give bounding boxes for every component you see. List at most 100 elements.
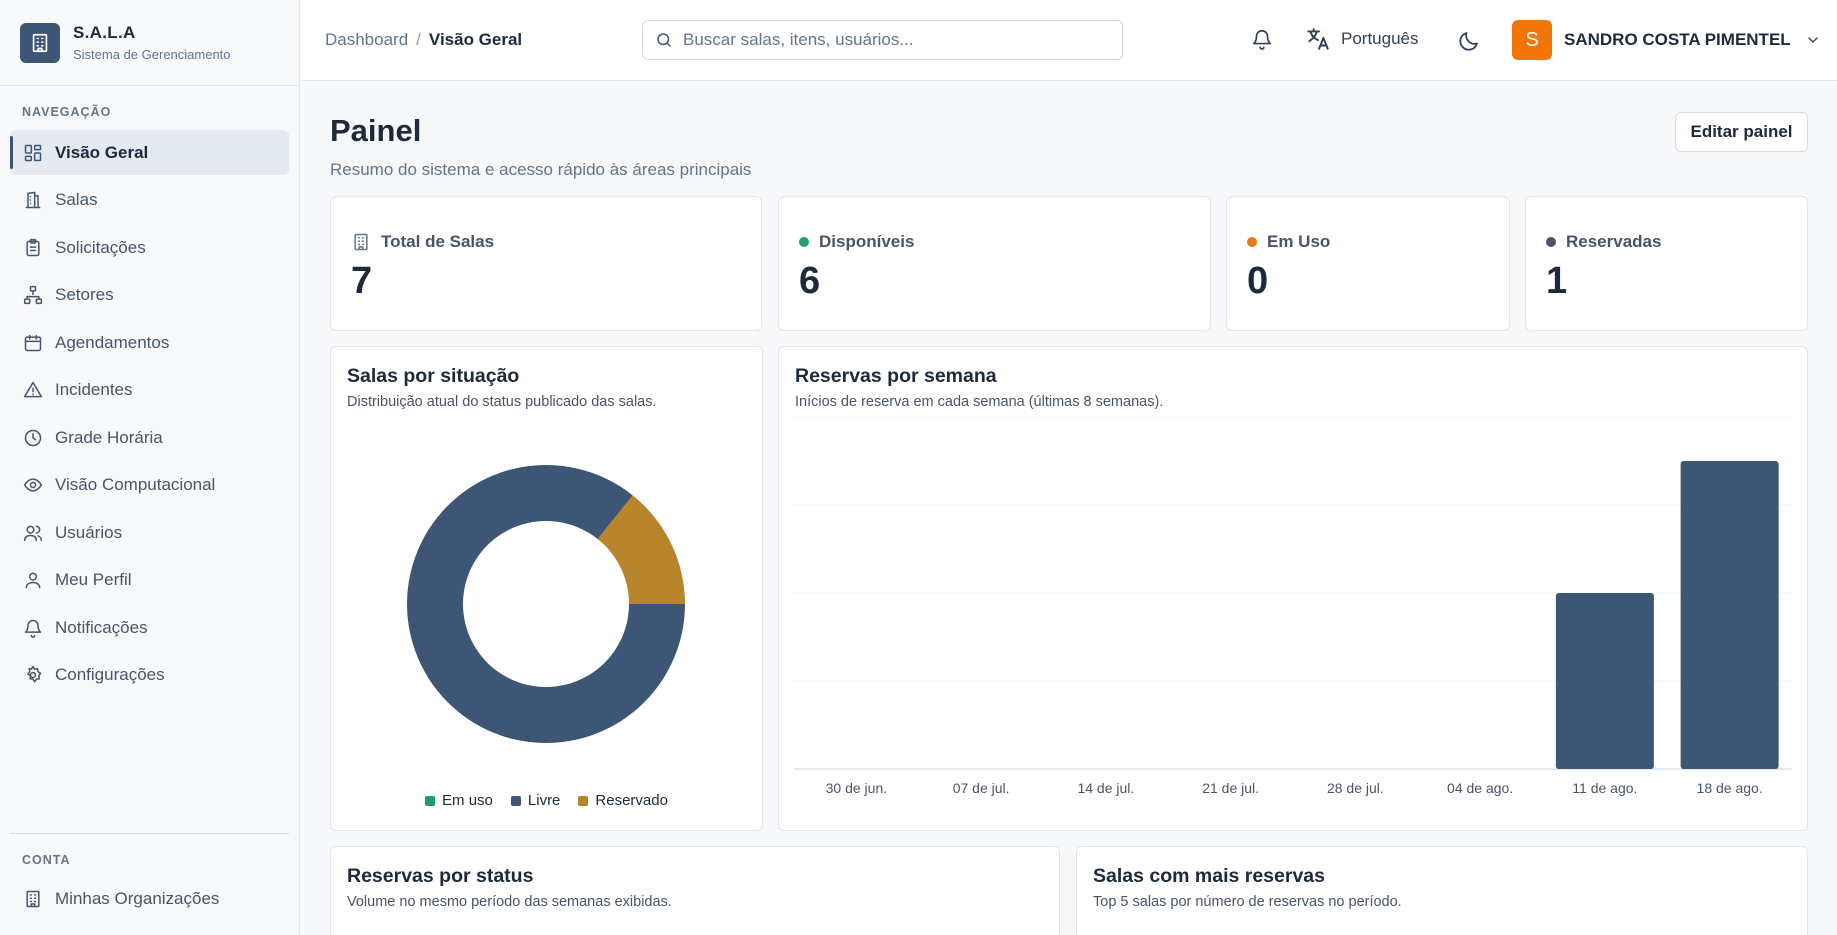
sidebar-item-label: Salas [55,190,98,209]
card-title: Salas por situação [347,365,520,387]
legend-swatch [578,795,589,806]
top-header: Dashboard / Visão Geral Português S SANDRO… [301,0,1837,81]
legend-label: Reservado [595,792,668,809]
bell-icon [1252,30,1272,50]
x-tick-label: 28 de jul. [1327,780,1384,796]
avatar: S [1512,20,1552,60]
moon-icon [1459,32,1478,51]
rooms-by-status-card: Salas por situação Distribuição atual do… [330,346,763,831]
notifications-button[interactable] [1251,28,1273,50]
user-name: SANDRO COSTA PIMENTEL [1564,30,1791,49]
translate-icon [1307,28,1329,50]
brand[interactable]: S.A.L.A Sistema de Gerenciamento [0,0,299,86]
language-selector[interactable]: Português [1305,26,1419,52]
bar-8[interactable] [1680,461,1779,769]
stat-card-disponiveis[interactable]: Disponíveis 6 [778,196,1211,331]
bell-icon [24,619,42,638]
sidebar-item-minhas-organizacoes[interactable]: Minhas Organizações [10,876,289,921]
stat-card-em-uso[interactable]: Em Uso 0 [1226,196,1510,331]
user-icon [25,572,41,589]
card-subtitle: Distribuição atual do status publicado d… [347,394,657,410]
legend-label: Em uso [442,792,493,809]
sidebar-item-solicitacoes[interactable]: Solicitações [10,225,289,270]
clipboard-icon [26,238,40,256]
sidebar-item-usuarios[interactable]: Usuários [10,510,289,555]
stat-card-reservadas[interactable]: Reservadas 1 [1525,196,1808,331]
sidebar-item-setores[interactable]: Setores [10,273,289,318]
sidebar-item-label: Usuários [55,522,123,542]
sidebar-item-configuracoes[interactable]: Configurações [10,653,289,698]
user-menu[interactable]: S SANDRO COSTA PIMENTEL [1512,20,1821,60]
sidebar-item-notificacoes[interactable]: Notificações [10,605,289,650]
sidebar-item-label: Visão Computacional [55,475,216,494]
card-title: Reservas por status [347,865,534,887]
sidebar-item-label: Visão Geral [55,142,149,162]
grid-icon [24,144,42,161]
chevron-down-icon [1808,37,1818,43]
sidebar-item-visao-geral[interactable]: Visão Geral [10,130,289,175]
stat-value: 0 [1247,260,1269,302]
sidebar-item-label: Setores [55,285,114,304]
organization-icon [26,890,40,907]
breadcrumb-separator: / [416,30,421,49]
theme-toggle-button[interactable] [1457,29,1481,53]
legend-item-reservado[interactable]: Reservado [578,792,668,809]
sidebar-item-grade-horaria[interactable]: Grade Horária [10,415,289,460]
sidebar-item-label: Meu Perfil [55,570,132,589]
sidebar-item-label: Agendamentos [55,332,170,352]
language-label: Português [1341,29,1419,48]
legend-label: Livre [527,792,561,809]
brand-logo-icon [20,22,60,63]
sidebar-item-label: Solicitações [55,237,146,257]
account-divider [10,833,289,834]
stat-value: 6 [799,260,821,302]
sidebar-item-label: Configurações [55,665,165,684]
users-icon [23,525,43,541]
brand-subtitle: Sistema de Gerenciamento [73,47,231,62]
stat-card-total-salas[interactable]: Total de Salas 7 [330,196,762,331]
status-dot [1546,237,1556,247]
sidebar-item-label: Minhas Organizações [55,888,220,908]
sidebar-item-label: Incidentes [55,380,133,399]
stat-value: 1 [1546,260,1568,302]
card-subtitle: Top 5 salas por número de reservas no pe… [1093,894,1402,910]
status-dot [1247,237,1257,247]
calendar-icon [24,334,42,351]
sidebar-item-incidentes[interactable]: Incidentes [10,368,289,413]
breadcrumb-root[interactable]: Dashboard [325,30,408,49]
building-icon [354,233,368,251]
bar-7[interactable] [1555,593,1654,769]
stat-label: Em Uso [1267,232,1331,251]
stat-label: Reservadas [1566,232,1662,251]
brand-title: S.A.L.A [73,23,136,42]
card-subtitle: Volume no mesmo período das semanas exib… [347,894,672,910]
x-tick-label: 04 de ago. [1447,780,1513,796]
building-icon [25,191,41,209]
sidebar-item-label: Notificações [55,617,148,637]
legend-item-em-uso[interactable]: Em uso [425,792,493,809]
donut-chart [407,465,685,743]
sidebar-item-agendamentos[interactable]: Agendamentos [10,320,289,365]
sidebar-item-visao-computacional[interactable]: Visão Computacional [10,463,289,508]
status-chart-gridlines [331,927,1059,935]
sidebar-nav: Visão Geral Salas Solicitações Setores A… [10,130,289,700]
eye-icon [23,478,43,492]
legend-item-livre[interactable]: Livre [510,792,561,809]
x-tick-label: 14 de jul. [1077,780,1134,796]
warning-icon [23,381,43,398]
search-box[interactable] [642,20,1123,60]
x-tick-label: 07 de jul. [953,780,1010,796]
sidebar-item-salas[interactable]: Salas [10,178,289,223]
x-tick-label: 11 de ago. [1572,780,1637,796]
breadcrumb: Dashboard / Visão Geral [325,30,522,50]
search-input[interactable] [683,30,1103,50]
edit-dashboard-button[interactable]: Editar painel [1675,112,1808,152]
legend-swatch [425,795,436,806]
x-tick-label: 30 de jun. [826,780,888,796]
card-title: Salas com mais reservas [1093,865,1326,887]
network-icon [23,285,43,305]
search-icon [657,33,671,47]
sidebar-item-meu-perfil[interactable]: Meu Perfil [10,558,289,603]
gear-icon [26,665,42,684]
reservations-by-week-card: Reservas por semana Inícios de reserva e… [778,346,1808,831]
